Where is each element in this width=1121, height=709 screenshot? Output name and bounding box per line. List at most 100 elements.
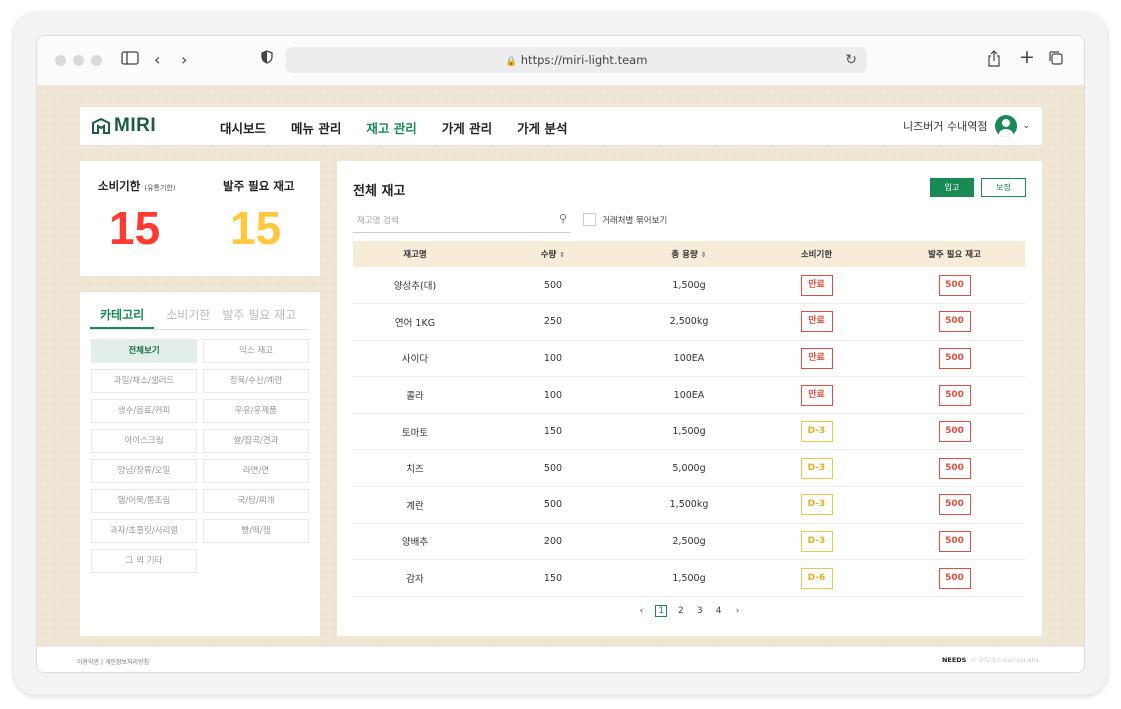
- menu-inventory-management[interactable]: 재고 관리: [366, 118, 416, 137]
- col-reorder: 발주 필요 재고: [884, 241, 1025, 267]
- category-item[interactable]: 믹스 재고: [203, 339, 309, 363]
- adjust-button[interactable]: 보정: [981, 178, 1026, 197]
- menu-store-management[interactable]: 가게 관리: [442, 118, 492, 137]
- col-qty[interactable]: 수량 ⇕: [477, 241, 629, 267]
- cell-name: 감자: [353, 559, 477, 597]
- menu-dashboard[interactable]: 대시보드: [220, 118, 266, 137]
- search-icon[interactable]: ⚲: [559, 212, 567, 225]
- menu-menu-management[interactable]: 메뉴 관리: [291, 118, 341, 137]
- category-item[interactable]: 정육/수산/계란: [203, 369, 309, 393]
- category-item[interactable]: 라면/면: [203, 459, 309, 483]
- new-tab-icon[interactable]: +: [1019, 47, 1035, 67]
- group-by-vendor-checkbox[interactable]: [583, 213, 596, 226]
- expiry-badge[interactable]: 만료: [800, 311, 833, 333]
- reorder-badge[interactable]: 500: [938, 347, 971, 369]
- back-icon[interactable]: ‹: [154, 50, 160, 70]
- expiry-badge[interactable]: 만료: [800, 347, 833, 369]
- cell-reorder: 500: [884, 303, 1025, 341]
- search-input[interactable]: [353, 210, 543, 232]
- window-close-dot[interactable]: [55, 55, 66, 66]
- expiry-badge[interactable]: 만료: [800, 274, 833, 296]
- reorder-badge[interactable]: 500: [938, 274, 971, 296]
- col-qty-label: 수량: [540, 250, 557, 260]
- table-row[interactable]: 감자 150 1,500g D-6 500: [353, 559, 1025, 597]
- col-expiry: 소비기한: [749, 241, 884, 267]
- table-row[interactable]: 양상추(대) 500 1,500g 만료 500: [353, 267, 1025, 305]
- tab-expiry[interactable]: 소비기한: [166, 306, 210, 329]
- user-menu[interactable]: 니즈버거 수내역점 ⌄: [903, 115, 1030, 137]
- category-item[interactable]: 전체보기: [91, 339, 197, 363]
- category-tabs: 카테고리 소비기한 발주 필요 재고: [90, 306, 310, 330]
- col-volume[interactable]: 총 용량 ⇕: [629, 241, 749, 267]
- category-item[interactable]: 햄/어묵/통조림: [91, 489, 197, 513]
- shield-icon[interactable]: [261, 50, 273, 71]
- tab-category[interactable]: 카테고리: [90, 306, 155, 329]
- expiry-badge[interactable]: D-3: [800, 421, 833, 443]
- window-minimize-dot[interactable]: [73, 55, 84, 66]
- tabs-overview-icon[interactable]: [1048, 50, 1064, 71]
- reorder-badge[interactable]: 500: [938, 530, 971, 552]
- miri-logo[interactable]: MIRI: [92, 115, 156, 137]
- category-item[interactable]: 쌀/잡곡/견과: [203, 429, 309, 453]
- browser-window: ‹ › 🔒 https://miri-light.team ↻ + MIRI 대시…: [36, 35, 1085, 673]
- sort-icon[interactable]: ⇕: [559, 251, 565, 259]
- expiry-count[interactable]: 15: [109, 201, 160, 255]
- expiry-badge[interactable]: D-3: [800, 530, 833, 552]
- privacy-link[interactable]: 개인정보처리방침: [105, 659, 149, 666]
- cell-reorder: 500: [884, 376, 1025, 414]
- terms-link[interactable]: 이용약관: [77, 659, 99, 666]
- category-item[interactable]: 우유/유제품: [203, 399, 309, 423]
- table-row[interactable]: 계란 500 1,500kg D-3 500: [353, 486, 1025, 524]
- expiry-badge[interactable]: D-3: [800, 494, 833, 516]
- next-page-icon[interactable]: ›: [733, 606, 743, 616]
- category-item[interactable]: 과일/채소/샐러드: [91, 369, 197, 393]
- category-item[interactable]: 양념/장류/오일: [91, 459, 197, 483]
- menu-store-analytics[interactable]: 가게 분석: [517, 118, 567, 137]
- avatar[interactable]: [995, 115, 1018, 137]
- table-row[interactable]: 콜라 100 100EA 만료 500: [353, 376, 1025, 414]
- category-item[interactable]: 빵/떡/잼: [203, 519, 309, 543]
- table-row[interactable]: 사이다 100 100EA 만료 500: [353, 340, 1025, 378]
- expiry-badge[interactable]: D-3: [800, 457, 833, 479]
- cell-name: 치즈: [353, 449, 477, 488]
- reorder-badge[interactable]: 500: [938, 421, 971, 443]
- reorder-count[interactable]: 15: [230, 201, 281, 255]
- sort-icon[interactable]: ⇕: [701, 251, 707, 259]
- group-by-vendor[interactable]: 거래처별 묶어보기: [583, 213, 667, 226]
- address-bar[interactable]: 🔒 https://miri-light.team ↻: [286, 47, 867, 73]
- expiry-badge[interactable]: D-6: [800, 567, 833, 589]
- reorder-badge[interactable]: 500: [938, 567, 971, 589]
- reorder-badge[interactable]: 500: [938, 311, 971, 333]
- reorder-badge[interactable]: 500: [938, 457, 971, 479]
- category-item[interactable]: 그 외 기타: [91, 549, 197, 573]
- share-icon[interactable]: [987, 50, 1001, 72]
- category-item[interactable]: 과자/초콜릿/시리얼: [91, 519, 197, 543]
- expiry-badge[interactable]: 만료: [800, 384, 833, 406]
- cell-reorder: 500: [884, 413, 1025, 451]
- category-item[interactable]: 국/탕/찌개: [203, 489, 309, 513]
- table-row[interactable]: 연어 1KG 250 2,500kg 만료 500: [353, 303, 1025, 341]
- table-row[interactable]: 양배추 200 2,500g D-3 500: [353, 523, 1025, 561]
- reorder-badge[interactable]: 500: [938, 494, 971, 516]
- stock-in-button[interactable]: 입고: [930, 178, 974, 197]
- prev-page-icon[interactable]: ‹: [636, 606, 646, 616]
- cell-qty: 500: [477, 267, 629, 305]
- tab-reorder[interactable]: 발주 필요 재고: [222, 306, 296, 329]
- reload-icon[interactable]: ↻: [845, 47, 857, 73]
- col-name[interactable]: 재고명: [353, 241, 477, 267]
- cell-qty: 150: [477, 413, 629, 451]
- window-zoom-dot[interactable]: [91, 55, 102, 66]
- page-1[interactable]: 1: [655, 605, 668, 617]
- col-name-label: 재고명: [403, 250, 427, 260]
- page-3[interactable]: 3: [695, 606, 705, 616]
- page-4[interactable]: 4: [714, 606, 724, 616]
- category-item[interactable]: 생수/음료/커피: [91, 399, 197, 423]
- reorder-badge[interactable]: 500: [938, 384, 971, 406]
- table-row[interactable]: 치즈 500 5,000g D-3 500: [353, 449, 1025, 488]
- chevron-down-icon[interactable]: ⌄: [1022, 121, 1030, 131]
- sidebar-icon[interactable]: [121, 50, 139, 70]
- page-2[interactable]: 2: [676, 606, 686, 616]
- forward-icon[interactable]: ›: [181, 50, 187, 70]
- category-item[interactable]: 아이스크림: [91, 429, 197, 453]
- table-row[interactable]: 토마토 150 1,500g D-3 500: [353, 413, 1025, 451]
